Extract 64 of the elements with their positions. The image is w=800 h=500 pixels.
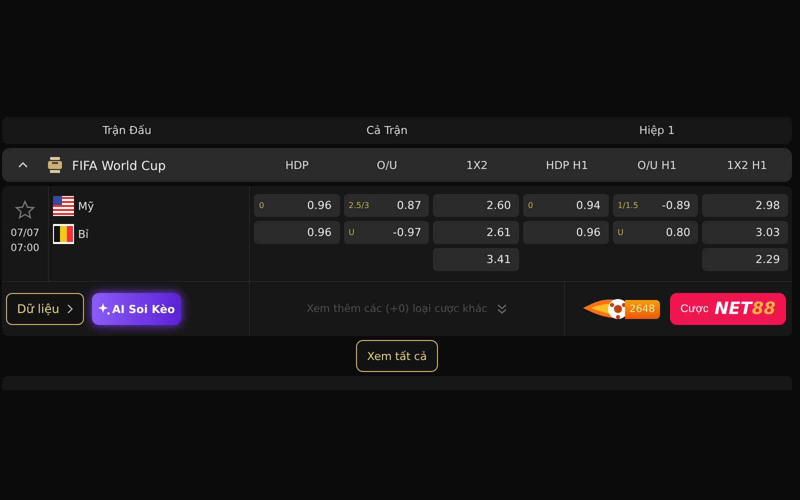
odds-cell[interactable]: 0.96 (254, 221, 340, 244)
star-icon[interactable] (15, 200, 35, 220)
header-label: Trận Đấu (102, 124, 152, 137)
column-label: 1X2 (466, 158, 488, 172)
chevron-up-icon[interactable] (18, 160, 28, 170)
header-label: Cả Trận (366, 124, 408, 137)
odds-cell[interactable]: 0 0.96 (254, 194, 340, 217)
handicap-line: U (618, 228, 624, 237)
odds-value: 0.80 (666, 226, 690, 239)
team-name: Bỉ (78, 228, 89, 240)
brand-logo: NET88 (714, 299, 776, 319)
handicap-line: 1/1.5 (618, 201, 638, 210)
odds-value: -0.89 (662, 199, 690, 212)
handicap-line: 2.5/3 (348, 201, 370, 210)
odds-cell[interactable]: 3.41 (433, 248, 519, 271)
league-bar[interactable]: FIFA World Cup HDP O/U 1X2 HDP H1 O/U H1 1X2 H1 (2, 148, 792, 182)
match-date: 07/07 (10, 228, 40, 239)
odds-value: 2.98 (755, 199, 780, 212)
odds-value: -0.97 (392, 226, 422, 239)
double-chevron-down-icon[interactable] (497, 304, 508, 314)
match-time: 07:00 (10, 243, 40, 254)
odds-cell[interactable]: 2.98 (702, 194, 788, 217)
odds-cell[interactable]: 2.29 (702, 248, 788, 271)
bet-label: Cược (680, 303, 708, 315)
usa-flag-icon (53, 196, 74, 216)
chevron-right-icon (67, 304, 73, 314)
odds-value: 2.29 (755, 253, 780, 266)
count-label: 2648 (624, 300, 660, 318)
odds-cell[interactable]: 1/1.5 -0.89 (612, 194, 698, 217)
odds-cell[interactable]: 2.61 (433, 221, 519, 244)
odds-value: 3.03 (755, 226, 780, 239)
odds-value: 0.94 (576, 199, 601, 212)
odds-cell[interactable]: 0.96 (522, 221, 609, 244)
trophy-icon (48, 157, 62, 173)
league-name: FIFA World Cup (72, 158, 166, 172)
column-label: HDP (285, 158, 309, 172)
odds-value: 0.96 (307, 226, 332, 239)
odds-value: 0.96 (576, 226, 601, 239)
column-label: O/U H1 (637, 158, 677, 172)
handicap-line: 0 (528, 201, 534, 210)
odds-value: 2.60 (486, 199, 511, 212)
header-label: Hiệp 1 (639, 124, 675, 137)
odds-cell[interactable]: U 0.80 (612, 221, 698, 244)
column-label: O/U (376, 158, 398, 172)
view-all-button[interactable]: Xem tất cả (356, 340, 438, 372)
data-button[interactable]: Dữ liệu (6, 293, 84, 325)
belgium-flag-icon (53, 224, 74, 244)
handicap-line: 0 (259, 201, 264, 210)
odds-cell[interactable]: 0 0.94 (522, 194, 609, 217)
odds-cell[interactable]: U -0.97 (344, 221, 430, 244)
odds-value: 0.87 (396, 199, 422, 212)
bet-button[interactable]: Cược NET88 (670, 293, 786, 325)
handicap-line: U (348, 228, 355, 237)
odds-value: 3.41 (486, 253, 511, 266)
odds-value: 2.61 (486, 226, 511, 239)
column-label: HDP H1 (546, 158, 588, 172)
odds-cell[interactable]: 2.60 (433, 194, 519, 217)
column-label: 1X2 H1 (726, 158, 768, 172)
odds-cell[interactable]: 3.03 (702, 221, 788, 244)
sparkle-icon (98, 303, 110, 315)
odds-value: 0.96 (307, 199, 332, 212)
team-name: Mỹ (78, 200, 94, 212)
odds-cell[interactable]: 2.5/3 0.87 (344, 194, 430, 217)
ai-analysis-button[interactable]: AI Soi Kèo (92, 293, 181, 325)
